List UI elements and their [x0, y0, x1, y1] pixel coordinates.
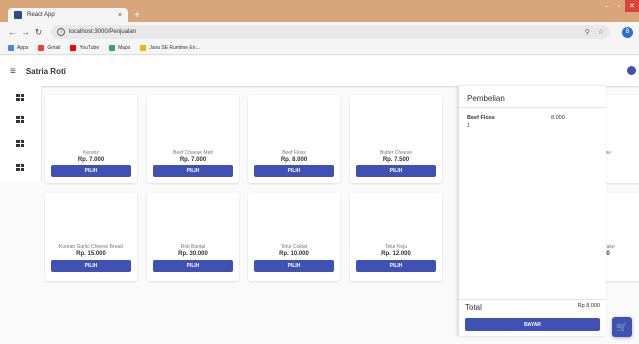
- cart-fab-button[interactable]: 🛒: [612, 317, 632, 337]
- cart-item-name: Beef Floss: [467, 115, 495, 121]
- select-product-button[interactable]: PILIH: [153, 165, 233, 177]
- checkout-button[interactable]: BAYAR: [465, 318, 600, 331]
- select-product-button[interactable]: PILIH: [254, 165, 334, 177]
- product-price: Rp. 7.500: [382, 157, 410, 163]
- total-value: Rp 8.000: [577, 303, 600, 309]
- cart-item-price: 8.000: [551, 115, 565, 121]
- product-name: Keranz: [83, 150, 99, 156]
- cart-title: Pembelian: [467, 94, 505, 103]
- product-price: Rp. 10.000: [279, 251, 309, 257]
- product-card: Beef Floss Rp. 8.000 PILIH: [248, 95, 340, 183]
- select-product-button[interactable]: PILIH: [153, 260, 233, 272]
- divider: [459, 107, 606, 108]
- divider: [459, 299, 606, 300]
- product-card: Korean Garlic Cheese Bread Rp. 15.000 PILI…: [45, 193, 137, 281]
- total-label: Total: [465, 303, 482, 312]
- select-product-button[interactable]: PILIH: [51, 260, 131, 272]
- product-name: Telur Coklat: [280, 244, 308, 250]
- select-product-button[interactable]: PILIH: [51, 165, 131, 177]
- cart-icon: 🛒: [616, 321, 628, 332]
- select-product-button[interactable]: PILIH: [356, 260, 436, 272]
- product-price: Rp. 30.000: [178, 251, 208, 257]
- product-card: Keranz Rp. 7.000 PILIH: [45, 95, 137, 183]
- cart-item-qty: 1: [467, 123, 470, 129]
- product-card: Beef Cheese Melt Rp. 7.000 PILIH: [147, 95, 239, 183]
- product-name: Telur Keju: [384, 244, 408, 250]
- product-card: Telur Coklat Rp. 10.000 PILIH: [248, 193, 340, 281]
- select-product-button[interactable]: PILIH: [356, 165, 436, 177]
- cart-panel: Pembelian Beef Floss 8.000 1 Total Rp 8.…: [458, 86, 606, 336]
- product-card: Telur Keju Rp. 12.000 PILIH: [350, 193, 442, 281]
- product-card: Butter Cheese Rp. 7.500 PILIH: [350, 95, 442, 183]
- product-name: Roti Bantal: [180, 244, 206, 250]
- product-price: Rp. 15.000: [76, 251, 106, 257]
- product-name: Beef Cheese Melt: [173, 150, 213, 156]
- product-name: Butter Cheese: [380, 150, 412, 156]
- product-price: Rp. 8.000: [280, 157, 308, 163]
- product-card: Roti Bantal Rp. 30.000 PILIH: [147, 193, 239, 281]
- select-product-button[interactable]: PILIH: [254, 260, 334, 272]
- product-price: Rp. 12.000: [381, 251, 411, 257]
- product-price: Rp. 7.000: [179, 157, 207, 163]
- product-name: Beef Floss: [282, 150, 306, 156]
- product-price: Rp. 7.000: [77, 157, 105, 163]
- product-name: Korean Garlic Cheese Bread: [59, 244, 123, 250]
